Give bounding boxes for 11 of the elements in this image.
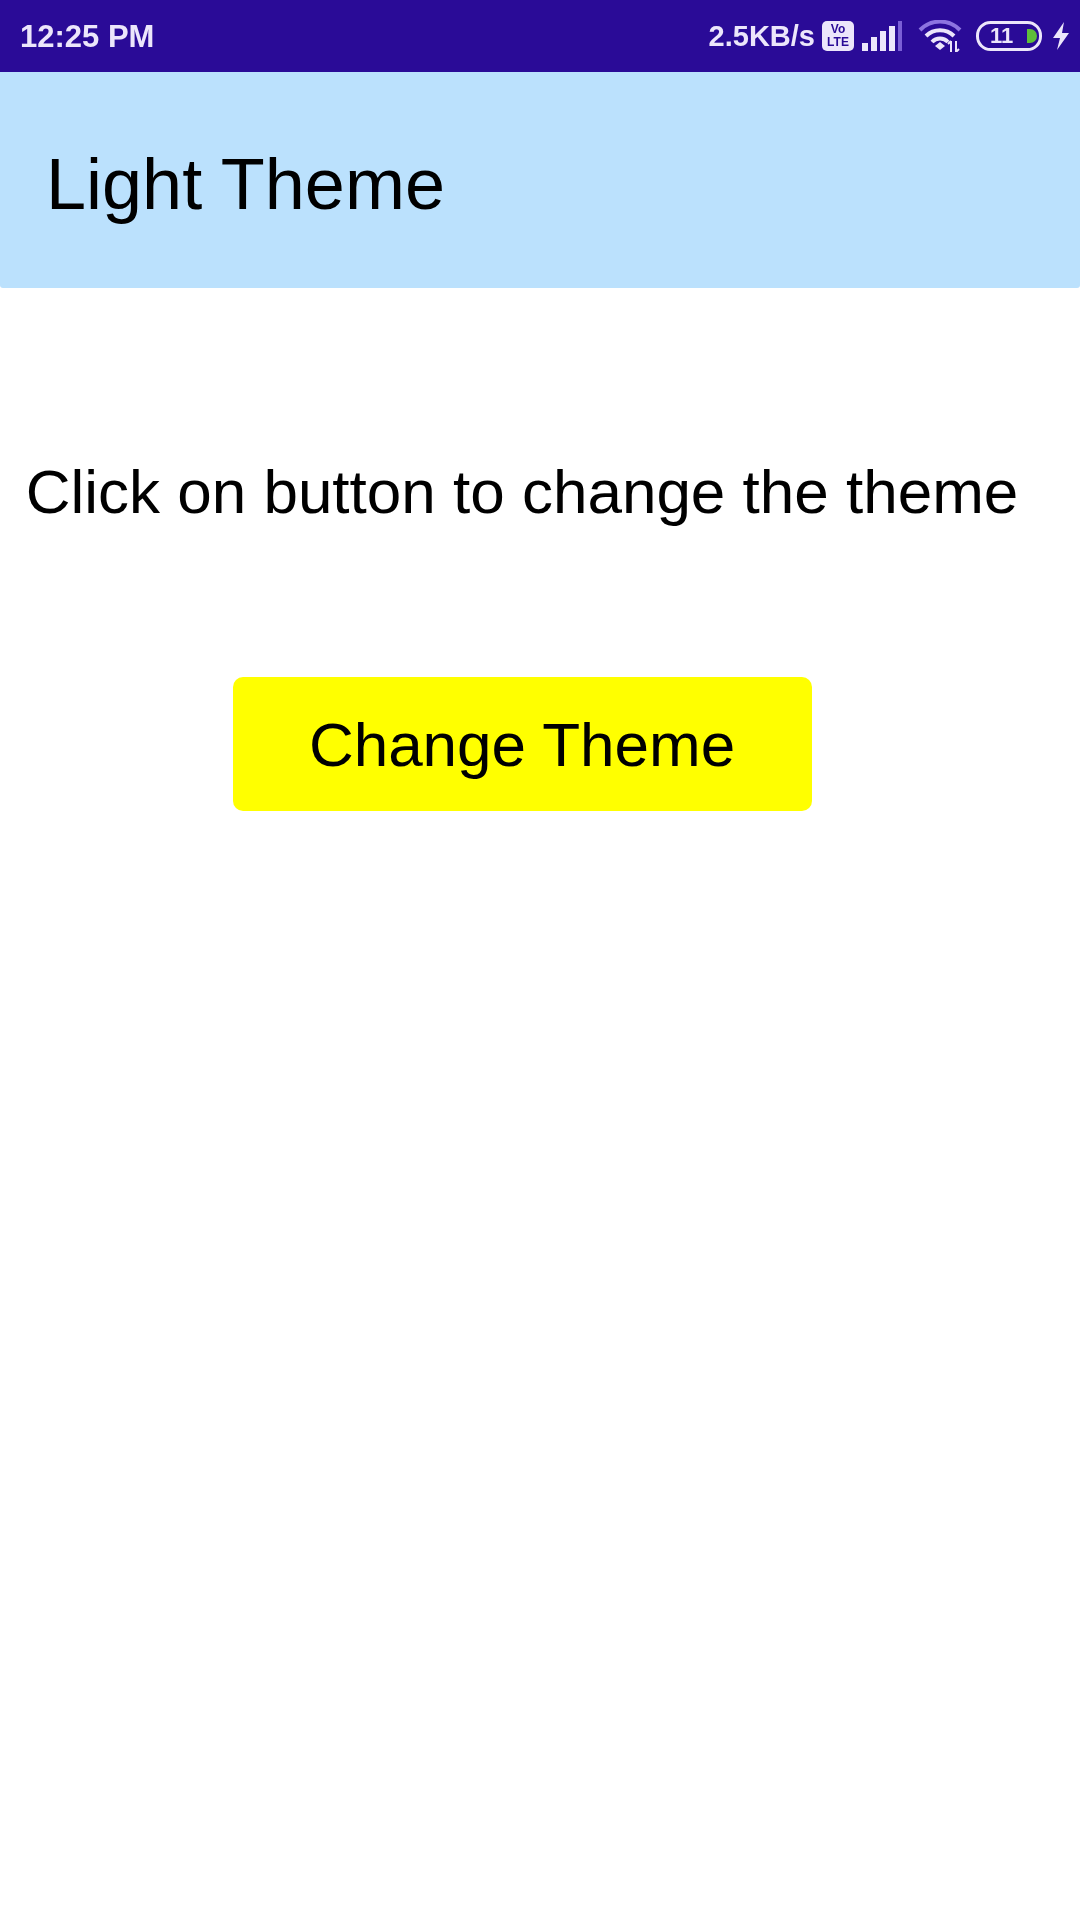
app-bar-title: Light Theme xyxy=(46,143,445,226)
signal-icon xyxy=(862,21,902,51)
instruction-text: Click on button to change the theme xyxy=(25,456,1019,528)
volte-badge: Vo LTE xyxy=(822,21,854,51)
battery-icon xyxy=(976,21,1042,51)
change-theme-button[interactable]: Change Theme xyxy=(232,677,812,811)
charging-bolt-icon xyxy=(1052,22,1070,50)
status-time: 12:25 PM xyxy=(20,20,155,52)
network-speed: 2.5KB/s xyxy=(708,21,815,51)
wifi-icon xyxy=(918,20,962,52)
battery-percentage: 11 xyxy=(990,24,1014,48)
